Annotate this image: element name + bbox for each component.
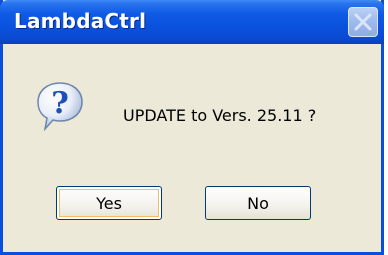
dialog-body: ? UPDATE to Vers. 25.11 ? Yes No — [3, 44, 381, 252]
title-bar[interactable]: LambdaCtrl — [0, 0, 384, 44]
dialog-window: LambdaCtrl ? UPDATE to Vers. 25.11 ? Yes — [0, 0, 384, 255]
yes-button[interactable]: Yes — [56, 186, 162, 220]
no-button[interactable]: No — [205, 186, 311, 220]
window-title: LambdaCtrl — [14, 9, 147, 33]
question-icon: ? — [37, 82, 83, 131]
svg-text:?: ? — [51, 86, 69, 121]
dialog-message: UPDATE to Vers. 25.11 ? — [123, 106, 317, 125]
no-button-label: No — [247, 193, 269, 213]
yes-button-label: Yes — [96, 193, 122, 213]
close-button[interactable] — [348, 7, 378, 37]
close-icon — [354, 13, 372, 31]
